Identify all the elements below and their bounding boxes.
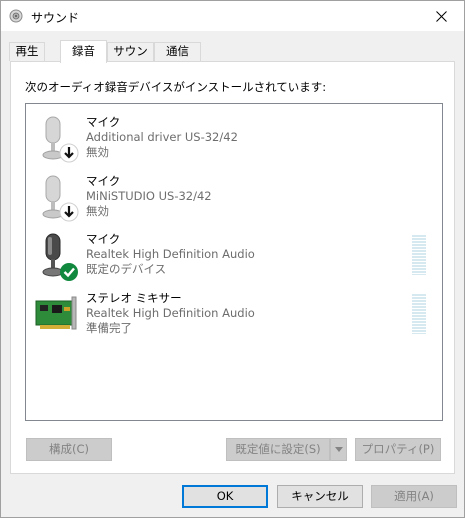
device-info: ステレオ ミキサー Realtek High Definition Audio … (86, 291, 255, 336)
instruction-text: 次のオーディオ録音デバイスがインストールされています: (25, 80, 327, 94)
device-list[interactable]: マイク Additional driver US-32/42 無効 マイク Mi… (25, 103, 443, 421)
chevron-down-icon (334, 447, 343, 452)
list-item-device-2[interactable]: マイク MiNiSTUDIO US-32/42 無効 (26, 174, 442, 232)
apply-button[interactable]: 適用(A) (371, 485, 457, 508)
device-info: マイク Realtek High Definition Audio 既定のデバイ… (86, 232, 255, 277)
list-item-device-3[interactable]: マイク Realtek High Definition Audio 既定のデバイ… (26, 232, 442, 290)
sound-dialog: サウンド 再生 録音 サウンド 通信 次のオーディオ録音デバイスがインストールさ… (0, 0, 465, 518)
tab-recording[interactable]: 録音 (60, 40, 107, 63)
sound-card-icon (35, 296, 77, 330)
window-title: サウンド (31, 11, 80, 25)
device-driver: Realtek High Definition Audio (86, 247, 255, 261)
device-driver: Realtek High Definition Audio (86, 306, 255, 320)
device-info: マイク Additional driver US-32/42 無効 (86, 115, 238, 160)
tab-playback[interactable]: 再生 (9, 42, 45, 61)
list-item-device-1[interactable]: マイク Additional driver US-32/42 無効 (26, 115, 442, 173)
close-button[interactable] (418, 1, 464, 31)
device-status: 無効 (86, 145, 109, 159)
microphone-disabled-icon (42, 175, 79, 222)
device-name: マイク (86, 232, 121, 246)
close-icon (435, 10, 447, 22)
level-meter (412, 294, 426, 334)
level-meter (412, 235, 426, 275)
microphone-default-icon (42, 233, 78, 281)
set-default-dropdown[interactable] (330, 438, 347, 461)
speaker-icon (9, 9, 23, 23)
device-status: 既定のデバイス (86, 262, 167, 276)
title-bar: サウンド (1, 1, 464, 31)
device-name: ステレオ ミキサー (86, 291, 182, 305)
device-name: マイク (86, 174, 121, 188)
device-status: 準備完了 (86, 321, 132, 335)
set-default-button[interactable]: 既定値に設定(S) (226, 438, 330, 461)
list-item-device-4[interactable]: ステレオ ミキサー Realtek High Definition Audio … (26, 291, 442, 349)
device-status: 無効 (86, 204, 109, 218)
device-name: マイク (86, 115, 121, 129)
configure-button[interactable]: 構成(C) (26, 438, 112, 461)
tab-communications[interactable]: 通信 (154, 42, 201, 61)
device-driver: MiNiSTUDIO US-32/42 (86, 189, 212, 203)
recording-panel: 次のオーディオ録音デバイスがインストールされています: マイク Addition… (10, 61, 455, 474)
microphone-disabled-icon (42, 116, 79, 163)
properties-button[interactable]: プロパティ(P) (355, 438, 441, 461)
device-info: マイク MiNiSTUDIO US-32/42 無効 (86, 174, 212, 219)
ok-button[interactable]: OK (182, 485, 268, 508)
cancel-button[interactable]: キャンセル (277, 485, 363, 508)
tab-sounds[interactable]: サウンド (107, 42, 154, 75)
device-driver: Additional driver US-32/42 (86, 130, 238, 144)
